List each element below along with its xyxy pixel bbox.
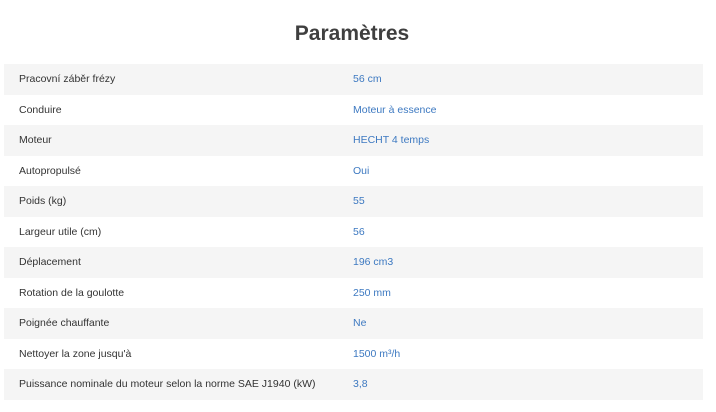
row-label: Déplacement <box>19 256 81 269</box>
table-row: Rotation de la goulotte 250 mm <box>4 277 703 308</box>
row-value: 56 cm <box>353 73 382 86</box>
row-value: 250 mm <box>353 286 391 299</box>
table-row: Puissance nominale du moteur selon la no… <box>4 369 703 400</box>
row-value: Oui <box>353 164 370 177</box>
row-label: Pracovní záběr frézy <box>19 73 116 86</box>
parameters-table: Pracovní záběr frézy 56 cm Conduire Mote… <box>4 64 703 400</box>
table-row: Conduire Moteur à essence <box>4 94 703 125</box>
row-label: Poids (kg) <box>19 195 67 208</box>
row-label: Puissance nominale du moteur selon la no… <box>19 378 316 391</box>
table-row: Poignée chauffante Ne <box>4 308 703 339</box>
table-row: Moteur HECHT 4 temps <box>4 125 703 156</box>
page-title: Paramètres <box>294 22 410 45</box>
row-label: Largeur utile (cm) <box>19 225 102 238</box>
row-label: Autopropulsé <box>19 164 81 177</box>
row-value: Ne <box>353 317 367 330</box>
table-row: Pracovní záběr frézy 56 cm <box>4 64 703 95</box>
table-row: Poids (kg) 55 <box>4 186 703 217</box>
row-value: 55 <box>353 195 365 208</box>
table-row: Nettoyer la zone jusqu'à 1500 m³/h <box>4 338 703 369</box>
row-label: Nettoyer la zone jusqu'à <box>19 347 132 360</box>
table-row: Largeur utile (cm) 56 <box>4 216 703 247</box>
row-value: HECHT 4 temps <box>353 134 430 147</box>
row-value: 56 <box>353 225 365 238</box>
table-row: Déplacement 196 cm3 <box>4 247 703 278</box>
row-label: Poignée chauffante <box>19 317 110 330</box>
table-row: Autopropulsé Oui <box>4 155 703 186</box>
row-label: Moteur <box>19 134 52 147</box>
row-label: Rotation de la goulotte <box>19 286 125 299</box>
row-value: 1500 m³/h <box>353 347 401 360</box>
row-value: 3,8 <box>353 378 368 391</box>
row-value: Moteur à essence <box>353 103 437 116</box>
row-label: Conduire <box>19 103 62 116</box>
row-value: 196 cm3 <box>353 256 394 269</box>
